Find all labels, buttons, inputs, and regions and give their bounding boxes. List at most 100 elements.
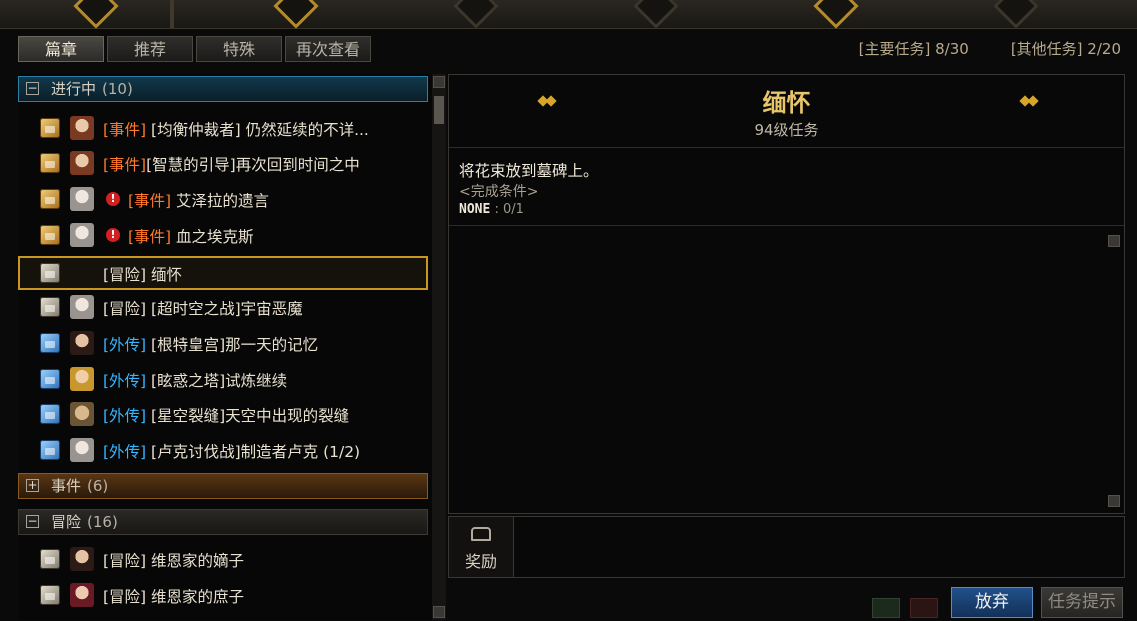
scroll-up-icon[interactable] [1108, 235, 1120, 247]
quest-scroll-icon [40, 585, 60, 605]
collapse-icon[interactable]: − [26, 515, 39, 528]
status-icon [910, 598, 938, 618]
quest-row[interactable]: [外传] [根特皇宫]那一天的记忆 [18, 326, 428, 360]
npc-portrait-icon [70, 151, 94, 175]
npc-portrait-icon [70, 223, 94, 247]
completion-condition: NONE : 0/1 [459, 202, 524, 217]
group-adventure[interactable]: − 冒险 (16) [18, 509, 428, 535]
group-events[interactable]: + 事件 (6) [18, 473, 428, 499]
npc-portrait-icon [70, 116, 94, 140]
quest-title: [眩惑之塔]试炼继续 [151, 372, 288, 390]
group-label: 事件 [51, 477, 82, 495]
quest-scroll-icon [40, 369, 60, 389]
quest-row[interactable]: [外传] [卢克讨伐战]制造者卢克 (1/2) [18, 433, 428, 467]
quest-tabs: 篇章 推荐 特殊 再次查看 [18, 36, 371, 62]
ornament-icon [813, 0, 859, 29]
quest-detail-header: 缅怀 94级任务 [449, 75, 1124, 148]
group-label: 进行中 [51, 80, 97, 98]
top-decoration-bar [0, 0, 1137, 29]
quest-row[interactable]: ! [事件] 艾泽拉的遗言 [18, 182, 428, 216]
divider [170, 0, 174, 28]
scroll-up-icon[interactable] [433, 76, 445, 88]
tab-review[interactable]: 再次查看 [285, 36, 371, 62]
quest-tag: [冒险] [103, 588, 147, 606]
npc-portrait-icon [70, 331, 94, 355]
quest-row[interactable]: [事件] [均衡仲裁者] 仍然延续的不详... [18, 111, 428, 145]
quest-level: 94级任务 [754, 121, 819, 139]
quest-scroll-icon [40, 333, 60, 353]
quest-scroll-icon [40, 297, 60, 317]
quest-row[interactable]: [外传] [星空裂缝]天空中出现的裂缝 [18, 397, 428, 431]
quest-title: 维恩家的嫡子 [151, 552, 245, 570]
quest-scroll-icon [40, 118, 60, 138]
quest-tag: [事件] [103, 121, 147, 139]
ornament-icon [273, 0, 319, 29]
quest-tag: [冒险] [103, 552, 147, 570]
quest-row-selected[interactable]: [冒险] 缅怀 [18, 256, 428, 290]
reward-panel: 奖励 [448, 516, 1125, 578]
quest-list-scrollbar[interactable] [432, 74, 446, 620]
scroll-down-icon[interactable] [433, 606, 445, 618]
quest-tag: [外传] [103, 336, 147, 354]
quest-row[interactable]: ! [事件] 血之埃克斯 [18, 218, 428, 252]
main-quest-count: [主要任务] 8/30 [858, 40, 969, 58]
quest-tag: [事件] [128, 228, 172, 246]
reward-button[interactable]: 奖励 [449, 517, 514, 577]
quest-title: [智慧的引导]再次回到时间之中 [146, 156, 360, 174]
minimap-icon [872, 598, 900, 618]
quest-row[interactable]: [冒险] 维恩家的庶子 [18, 578, 428, 612]
quest-row[interactable]: [外传] [眩惑之塔]试炼继续 [18, 362, 428, 396]
quest-row[interactable]: [事件][智慧的引导]再次回到时间之中 [18, 146, 428, 180]
ornament-icon [633, 0, 679, 29]
completion-condition-title: <完成条件> [459, 184, 539, 200]
gear-icon [993, 0, 1039, 29]
quest-title: [星空裂缝]天空中出现的裂缝 [151, 407, 350, 425]
group-count: (10) [102, 80, 133, 98]
quest-scroll-icon [40, 153, 60, 173]
tab-special[interactable]: 特殊 [196, 36, 282, 62]
collapse-icon[interactable]: − [26, 82, 39, 95]
quest-row[interactable]: [冒险] 维恩家的嫡子 [18, 542, 428, 576]
expand-icon[interactable]: + [26, 479, 39, 492]
quest-hint-button[interactable]: 任务提示 [1041, 587, 1123, 618]
detail-scrollbar[interactable] [1108, 235, 1120, 507]
abandon-button[interactable]: 放弃 [951, 587, 1033, 618]
quest-detail-panel: 缅怀 94级任务 将花束放到墓碑上。 <完成条件> NONE : 0/1 [448, 74, 1125, 514]
quest-counters: [主要任务] 8/30 [其他任务] 2/20 [859, 38, 1121, 59]
quest-tag: [事件] [103, 156, 147, 174]
quest-title: 维恩家的庶子 [151, 588, 245, 606]
quest-tag: [事件] [128, 192, 172, 210]
ornament-icon [453, 0, 499, 29]
scroll-thumb[interactable] [434, 96, 444, 124]
quest-scroll-icon [40, 263, 60, 283]
quest-tag: [外传] [103, 372, 147, 390]
quest-tag: [外传] [103, 443, 147, 461]
group-label: 冒险 [51, 513, 82, 531]
treasure-chest-icon [471, 527, 491, 541]
condition-target: NONE [459, 202, 491, 217]
npc-portrait-icon [70, 295, 94, 319]
npc-portrait-icon [70, 367, 94, 391]
quest-scroll-icon [40, 189, 60, 209]
condition-progress: : 0/1 [490, 202, 524, 217]
quest-list: − 进行中 (10) [事件] [均衡仲裁者] 仍然延续的不详... [事件][智… [18, 74, 432, 620]
npc-portrait-icon [70, 583, 94, 607]
group-in-progress[interactable]: − 进行中 (10) [18, 76, 428, 102]
scroll-down-icon[interactable] [1108, 495, 1120, 507]
quest-tag: [冒险] [103, 300, 147, 318]
tab-recommended[interactable]: 推荐 [107, 36, 193, 62]
other-quest-count: [其他任务] 2/20 [1010, 40, 1121, 58]
tab-chapter[interactable]: 篇章 [18, 36, 104, 62]
npc-portrait-icon [70, 438, 94, 462]
ornament-icon [73, 0, 119, 29]
quest-detail-body [449, 225, 1124, 514]
alert-icon: ! [106, 192, 120, 206]
quest-scroll-icon [40, 440, 60, 460]
quest-scroll-icon [40, 404, 60, 424]
quest-title: 艾泽拉的遗言 [176, 192, 270, 210]
quest-title: 血之埃克斯 [176, 228, 254, 246]
quest-tag: [外传] [103, 407, 147, 425]
quest-tag: [冒险] [103, 266, 147, 284]
npc-portrait-icon [70, 402, 94, 426]
quest-row[interactable]: [冒险] [超时空之战]宇宙恶魔 [18, 290, 428, 324]
